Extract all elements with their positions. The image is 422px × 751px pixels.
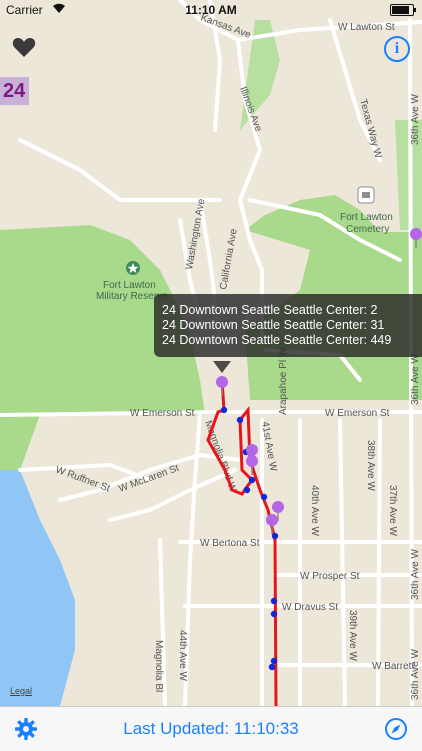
bus-stop (236, 416, 244, 424)
legal-link[interactable]: Legal (10, 686, 32, 696)
bottom-toolbar: Last Updated: 11:10:33 (0, 706, 422, 751)
poi-label-military-line1: Fort Lawton (103, 280, 156, 291)
street-label-36th-ave-w-top: 36th Ave W (410, 93, 421, 145)
locate-button[interactable] (384, 717, 408, 741)
street-label-w-emerson-st-right: W Emerson St (325, 408, 390, 419)
callout-line: 24 Downtown Seattle Seattle Center: 449 (162, 333, 392, 347)
info-button[interactable]: i (384, 36, 410, 62)
status-bar: Carrier 11:10 AM (0, 0, 422, 20)
info-icon: i (394, 40, 400, 57)
callout-line: 24 Downtown Seattle Seattle Center: 31 (162, 318, 385, 332)
bus-stop (268, 663, 276, 671)
bus-stop (270, 610, 278, 618)
compass-icon (385, 718, 407, 740)
bus-stop (243, 486, 251, 494)
street-label-40th-ave-w: 40th Ave W (309, 485, 320, 537)
route-number-badge[interactable]: 24 (0, 77, 30, 105)
cemetery-icon (357, 186, 375, 204)
bus-stop (271, 532, 279, 540)
street-label-w-bertona-st: W Bertona St (200, 538, 260, 549)
poi-label-cemetery-line2: Cemetery (346, 224, 389, 235)
bus-stop (270, 597, 278, 605)
bus-stop (270, 657, 278, 665)
street-label-39th-ave-w: 39th Ave W (347, 610, 358, 662)
street-label-37th-ave-w: 37th Ave W (387, 485, 398, 537)
callout-line: 24 Downtown Seattle Seattle Center: 2 (162, 303, 378, 317)
street-label-36th-ave-w-low: 36th Ave W (410, 548, 421, 600)
callout-pointer (213, 361, 231, 373)
street-label-w-prosper-st: W Prosper St (300, 571, 360, 582)
last-updated-label[interactable]: Last Updated: 11:10:33 (0, 719, 422, 739)
street-label-arapahoe-pl-w: Arapahoe Pl W (278, 347, 289, 415)
battery-level (392, 6, 409, 14)
street-label-36th-ave-w-mid: 36th Ave W (410, 353, 421, 405)
park-star-icon (126, 261, 140, 275)
street-label-w-dravus-st: W Dravus St (282, 602, 338, 613)
bus-callout[interactable]: 24 Downtown Seattle Seattle Center: 2 24… (154, 294, 422, 357)
bus-stop (248, 476, 256, 484)
status-time: 11:10 AM (185, 3, 237, 17)
bus-stop (260, 493, 268, 501)
poi-label-cemetery-line1: Fort Lawton (340, 212, 393, 223)
heart-icon (12, 38, 36, 57)
battery-icon (390, 4, 416, 16)
street-label-w-barrett: W Barrett (372, 661, 414, 672)
bus-stop (220, 406, 228, 414)
street-label-36th-ave-w-bottom: 36th Ave W (410, 648, 421, 700)
street-label-w-emerson-st-left: W Emerson St (130, 408, 195, 419)
street-label-magnolia-bl: Magnolia Bl (153, 640, 164, 692)
street-label-38th-ave-w: 38th Ave W (365, 440, 376, 492)
street-label-w-lawton-st: W Lawton St (338, 22, 395, 33)
favorite-heart-button[interactable] (12, 36, 36, 58)
street-label-44th-ave-w: 44th Ave W (177, 630, 188, 682)
